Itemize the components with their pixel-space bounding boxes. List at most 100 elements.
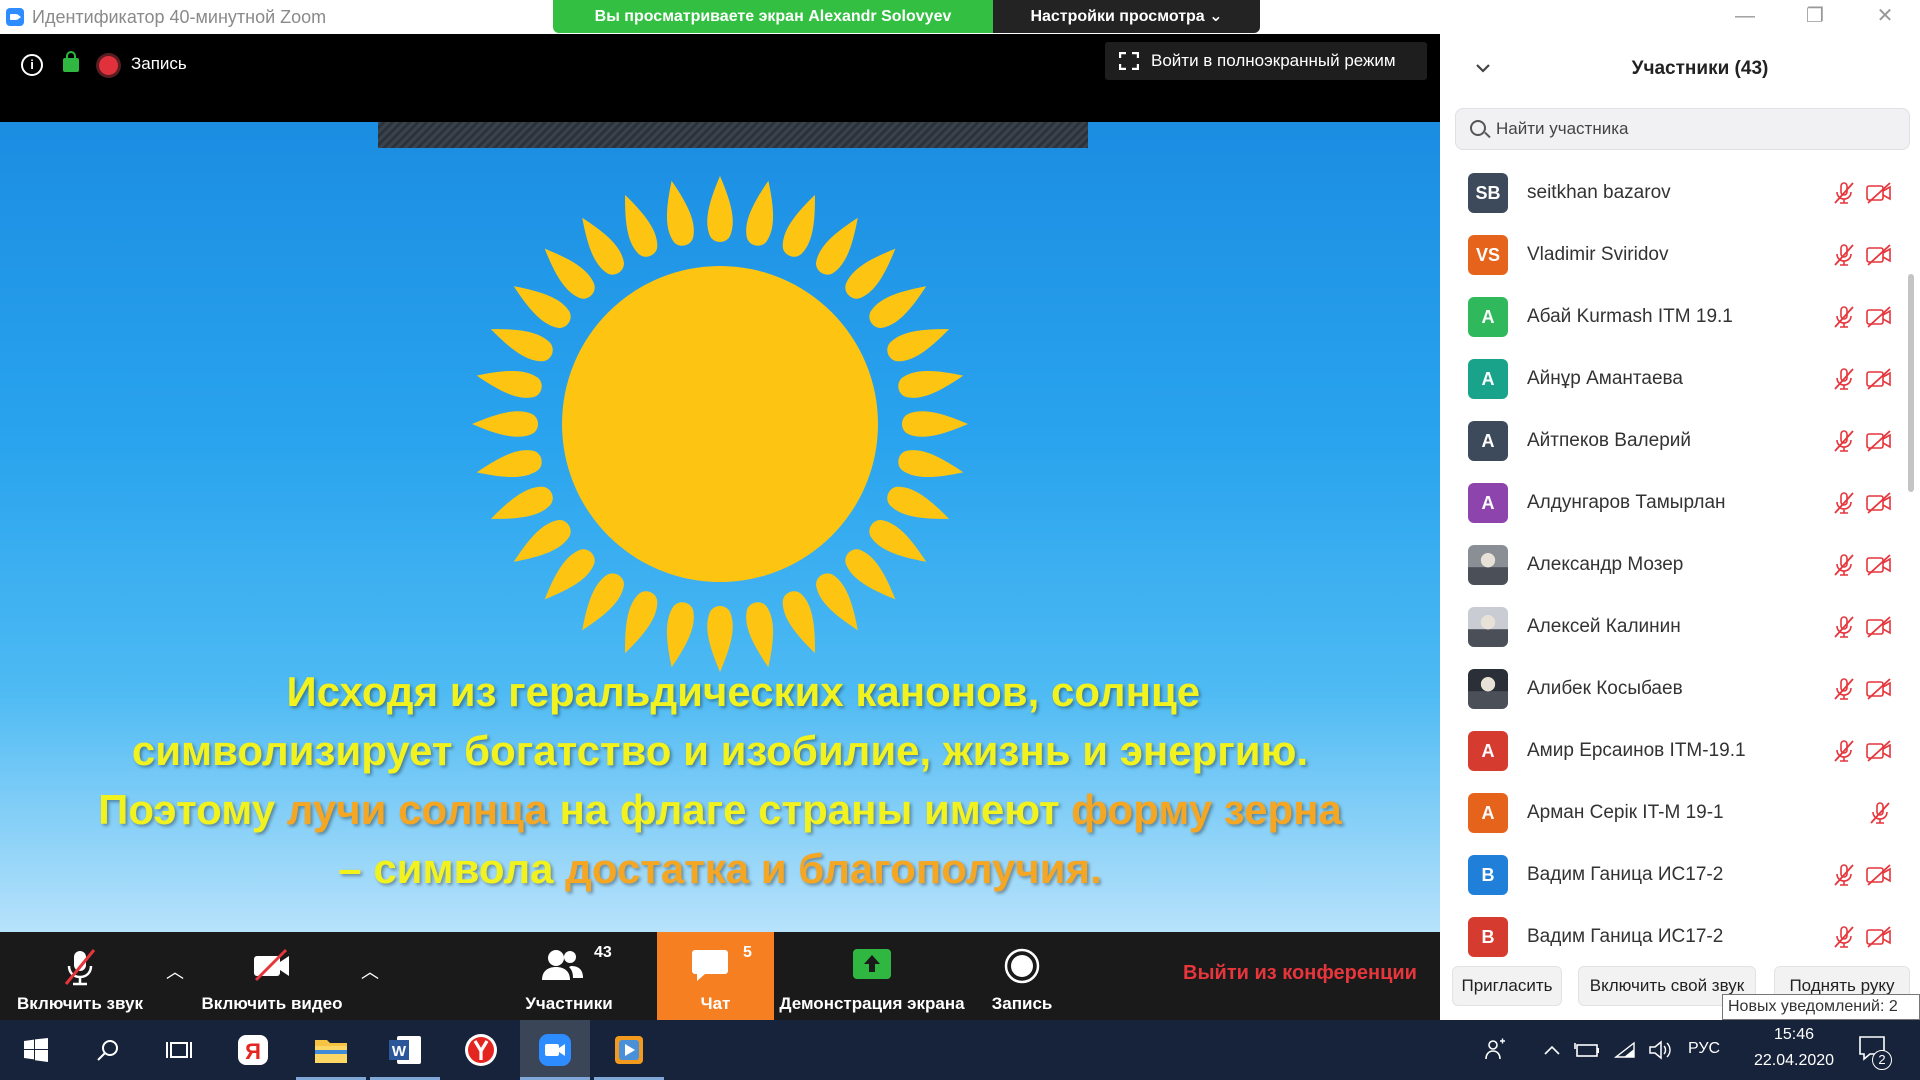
- invite-button[interactable]: Пригласить: [1452, 966, 1562, 1006]
- panel-title: Участники (43): [1631, 58, 1769, 79]
- window-title: Идентификатор 40-минутной Zoom: [32, 7, 327, 27]
- participants-button[interactable]: 43 Участники: [514, 932, 624, 1020]
- camera-off-icon: [1865, 492, 1893, 514]
- participant-row[interactable]: A Алдунгаров Тамырлан: [1440, 474, 1900, 536]
- participant-name: Вадим Ганица ИС17-2: [1527, 864, 1724, 885]
- meeting-top-bar: i Запись Войти в полноэкранный режим: [0, 34, 1440, 122]
- participants-count: 43: [594, 944, 612, 961]
- zoom-logo-icon: [6, 8, 24, 26]
- microphone-muted-icon: [1832, 677, 1856, 701]
- start-video-button[interactable]: Включить видео: [196, 932, 348, 1020]
- sun-ray: [887, 486, 950, 519]
- participant-row[interactable]: A Абай Kurmash ITM 19.1: [1440, 288, 1900, 350]
- minimize-button[interactable]: —: [1710, 0, 1780, 34]
- yandex-browser-icon: Я: [238, 1035, 268, 1065]
- clock-time[interactable]: 15:46: [1764, 1026, 1824, 1044]
- taskbar-media-player[interactable]: [594, 1020, 664, 1080]
- taskbar-file-explorer[interactable]: [296, 1020, 366, 1080]
- close-button[interactable]: ✕: [1850, 0, 1920, 34]
- record-button[interactable]: Запись: [976, 932, 1068, 1020]
- volume-icon[interactable]: [1648, 1040, 1672, 1060]
- participant-name: Айтпеков Валерий: [1527, 430, 1691, 451]
- clock-date[interactable]: 22.04.2020: [1744, 1052, 1844, 1070]
- share-screen-icon: [853, 949, 891, 979]
- participant-avatar: A: [1468, 359, 1508, 399]
- people-icon[interactable]: [1484, 1038, 1508, 1062]
- microphone-muted-icon: [1832, 367, 1856, 391]
- microphone-muted-icon: [1832, 739, 1856, 763]
- leave-meeting-button[interactable]: Выйти из конференции: [1170, 962, 1430, 985]
- camera-off-icon: [1865, 182, 1893, 204]
- lock-icon[interactable]: [63, 51, 79, 72]
- show-hidden-icons-chevron-icon[interactable]: [1544, 1044, 1560, 1056]
- participant-row[interactable]: A Айнұр Амантаева: [1440, 350, 1900, 412]
- participants-scrollbar[interactable]: [1908, 274, 1914, 492]
- restore-button[interactable]: ❐: [1780, 0, 1850, 34]
- info-icon[interactable]: i: [21, 54, 43, 76]
- taskbar-yandex[interactable]: [446, 1020, 516, 1080]
- chat-button[interactable]: 5 Чат: [657, 932, 774, 1020]
- participant-row[interactable]: A Айтпеков Валерий: [1440, 412, 1900, 474]
- start-button[interactable]: [0, 1020, 70, 1080]
- participant-row[interactable]: Александр Мозер: [1440, 536, 1900, 598]
- share-screen-label: Демонстрация экрана: [779, 994, 965, 1013]
- shared-screen: Исходя из геральдических канонов, солнце…: [0, 122, 1440, 932]
- microphone-muted-icon: [1832, 615, 1856, 639]
- enter-fullscreen-button[interactable]: Войти в полноэкранный режим: [1105, 42, 1427, 80]
- slide-line-1: Исходя из геральдических канонов, солнце: [60, 662, 1380, 721]
- recording-label: Запись: [131, 54, 187, 73]
- camera-off-icon: [1865, 554, 1893, 576]
- sun-ray: [666, 602, 694, 668]
- sun-ray: [898, 450, 964, 478]
- task-view-button[interactable]: [144, 1020, 214, 1080]
- slide-line-3-d: форму зерна: [1071, 786, 1342, 833]
- participant-row[interactable]: VS Vladimir Sviridov: [1440, 226, 1900, 288]
- taskbar-yandex-browser[interactable]: Я: [218, 1020, 288, 1080]
- participant-name: Vladimir Sviridov: [1527, 244, 1669, 265]
- meeting-toolbar: Включить звук ︿ Включить видео ︿ 43 Учас…: [0, 932, 1440, 1020]
- sun-ray: [707, 176, 733, 242]
- sun-ray: [490, 329, 553, 362]
- taskbar-zoom[interactable]: [520, 1020, 590, 1080]
- unmute-button[interactable]: Включить звук: [0, 932, 160, 1020]
- participant-row[interactable]: Алексей Калинин: [1440, 598, 1900, 660]
- microphone-muted-icon: [1832, 925, 1856, 949]
- yandex-icon: [465, 1034, 497, 1066]
- svg-text:W: W: [392, 1043, 407, 1060]
- participant-row[interactable]: SB seitkhan bazarov: [1440, 164, 1900, 226]
- sun-ray: [666, 180, 694, 246]
- slide-header-strip: [378, 122, 1088, 148]
- zoom-app-icon: [539, 1034, 571, 1066]
- sun-ray: [746, 602, 774, 668]
- audio-options-caret-icon[interactable]: ︿: [163, 960, 187, 984]
- sun-ray: [782, 591, 815, 654]
- notifications-tooltip: Новых уведомлений: 2: [1722, 994, 1920, 1020]
- sun-ray: [476, 370, 542, 398]
- slide-line-1-text: Исходя из геральдических канонов, солнце: [286, 668, 1201, 715]
- participant-row[interactable]: B Вадим Ганица ИС17-2: [1440, 846, 1900, 908]
- slide-line-4: – символа достатка и благополучия.: [60, 839, 1380, 898]
- share-screen-button[interactable]: Демонстрация экрана: [776, 932, 968, 1020]
- media-player-icon: [615, 1036, 643, 1064]
- participant-search: [1455, 108, 1910, 150]
- input-language-indicator[interactable]: РУС: [1688, 1040, 1720, 1058]
- participant-row[interactable]: A Арман Серік IT-M 19-1: [1440, 784, 1900, 846]
- wifi-icon[interactable]: [1614, 1041, 1636, 1059]
- battery-icon[interactable]: [1574, 1041, 1600, 1059]
- taskbar-search-button[interactable]: [72, 1020, 142, 1080]
- microphone-muted-icon: [64, 949, 96, 986]
- participant-row[interactable]: B Вадим Ганица ИС17-2: [1440, 908, 1900, 964]
- video-options-caret-icon[interactable]: ︿: [358, 960, 382, 984]
- participant-row[interactable]: Алибек Косыбаев: [1440, 660, 1900, 722]
- participant-avatar: [1468, 607, 1508, 647]
- participant-row[interactable]: A Амир Ерсаинов ITM-19.1: [1440, 722, 1900, 784]
- view-options-button[interactable]: Настройки просмотра ⌄: [993, 0, 1260, 33]
- participant-search-input[interactable]: [1496, 109, 1896, 149]
- taskbar-word[interactable]: W: [370, 1020, 440, 1080]
- participant-name: Абай Kurmash ITM 19.1: [1527, 306, 1733, 327]
- sun-ray: [902, 411, 968, 437]
- camera-off-icon: [1865, 678, 1893, 700]
- unmute-label: Включить звук: [17, 994, 143, 1013]
- slide-line-3-c: на флаге страны имеют: [547, 786, 1072, 833]
- sun-ray: [625, 194, 658, 257]
